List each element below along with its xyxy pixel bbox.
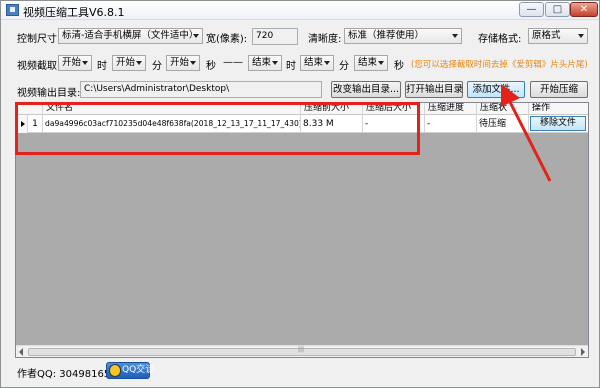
file-list-grid[interactable]: 文件名 压缩前大小 压缩后大小 压缩进度 压缩状 操作 1 da9a4996c0… [15, 102, 589, 358]
row-index: 1 [28, 115, 43, 133]
second-unit-label: 秒 [206, 61, 216, 72]
end-hour-value: 结束 [252, 57, 272, 68]
width-field[interactable]: 720 [252, 28, 298, 45]
clarity-label: 清晰度: [308, 34, 342, 45]
size-label: 控制尺寸: [17, 34, 61, 45]
cell-size-before[interactable]: 8.33 M [301, 115, 363, 133]
clip-hint: (您可以选择截取时间去掉《爱剪辑》片头片尾) [411, 60, 588, 70]
column-header-filename[interactable]: 文件名 [43, 103, 301, 115]
chevron-down-icon [272, 61, 278, 65]
scroll-right-icon[interactable] [581, 348, 585, 356]
qq-chat-button[interactable]: QQ交谈 [106, 362, 154, 379]
column-header-action[interactable]: 操作 [529, 103, 588, 115]
window-title: 视频压缩工具V6.8.1 [23, 6, 125, 19]
chevron-down-icon [452, 34, 458, 38]
change-output-dir-button[interactable]: 改变输出目录... [331, 81, 401, 98]
size-select[interactable]: 标清-适合手机横屏（文件适中） [58, 28, 203, 44]
maximize-button[interactable]: □ [545, 2, 570, 17]
row-header-corner [16, 103, 43, 115]
format-select[interactable]: 原格式 [528, 28, 588, 44]
remove-file-button[interactable]: 移除文件 [530, 116, 586, 131]
row-selector[interactable] [16, 115, 28, 133]
start-minute-value: 开始 [116, 57, 136, 68]
end-minute-unit-label: 分 [339, 61, 349, 72]
start-compress-button[interactable]: 开始压缩 [530, 81, 588, 98]
chevron-down-icon [324, 61, 330, 65]
chevron-down-icon [578, 34, 584, 38]
output-label: 视频输出目录: [17, 88, 81, 99]
add-file-button[interactable]: 添加文件... [467, 81, 525, 98]
app-icon [6, 4, 19, 16]
horizontal-scrollbar[interactable]: ||| [16, 345, 588, 357]
current-row-icon [21, 121, 25, 127]
chevron-down-icon [378, 61, 384, 65]
hour-unit-label: 时 [97, 61, 107, 72]
column-header-size-before[interactable]: 压缩前大小 [301, 103, 363, 115]
minute-unit-label: 分 [152, 61, 162, 72]
format-label: 存储格式: [478, 34, 522, 45]
cell-progress[interactable]: - [425, 115, 477, 133]
end-second-unit-label: 秒 [394, 61, 404, 72]
range-separator: —— [223, 57, 243, 68]
scroll-grip-icon: ||| [298, 346, 305, 353]
end-second-value: 结束 [358, 57, 378, 68]
chevron-down-icon [190, 61, 196, 65]
chevron-down-icon [136, 61, 142, 65]
qq-penguin-icon [109, 364, 121, 377]
width-label: 宽(像素): [206, 34, 248, 45]
start-hour-value: 开始 [62, 57, 82, 68]
end-hour-unit-label: 时 [286, 61, 296, 72]
start-second-select[interactable]: 开始 [166, 55, 200, 71]
column-header-size-after[interactable]: 压缩后大小 [363, 103, 425, 115]
start-minute-select[interactable]: 开始 [112, 55, 146, 71]
cell-filename[interactable]: da9a4996c03acf710235d04e48f638fa(2018_12… [43, 115, 301, 133]
start-hour-select[interactable]: 开始 [58, 55, 92, 71]
clip-label: 视频截取: [17, 61, 61, 72]
cell-size-after[interactable]: - [363, 115, 425, 133]
cell-status[interactable]: 待压缩 [477, 115, 529, 133]
grid-header: 文件名 压缩前大小 压缩后大小 压缩进度 压缩状 操作 [16, 103, 588, 115]
qq-chat-label: QQ交谈 [122, 365, 155, 375]
end-second-select[interactable]: 结束 [354, 55, 388, 71]
end-hour-select[interactable]: 结束 [248, 55, 282, 71]
clarity-select-value: 标准（推荐使用） [348, 30, 425, 41]
size-select-value: 标清-适合手机横屏（文件适中） [62, 30, 199, 41]
chevron-down-icon [193, 34, 199, 38]
chevron-down-icon [82, 61, 88, 65]
output-path-field[interactable]: C:\Users\Administrator\Desktop\ [80, 81, 322, 98]
app-window: 视频压缩工具V6.8.1 — □ ✕ 控制尺寸: 标清-适合手机横屏（文件适中）… [0, 0, 600, 388]
column-header-progress[interactable]: 压缩进度 [425, 103, 477, 115]
end-minute-value: 结束 [304, 57, 324, 68]
end-minute-select[interactable]: 结束 [300, 55, 334, 71]
format-select-value: 原格式 [532, 30, 561, 41]
title-bar[interactable]: 视频压缩工具V6.8.1 — □ ✕ [1, 1, 599, 20]
start-second-value: 开始 [170, 57, 190, 68]
column-header-status[interactable]: 压缩状 [477, 103, 529, 115]
open-output-dir-button[interactable]: 打开输出目录 [405, 81, 463, 98]
minimize-button[interactable]: — [519, 2, 544, 17]
table-row[interactable]: 1 da9a4996c03acf710235d04e48f638fa(2018_… [16, 115, 588, 133]
scroll-left-icon[interactable] [19, 348, 23, 356]
close-button[interactable]: ✕ [570, 2, 598, 17]
clarity-select[interactable]: 标准（推荐使用） [344, 28, 462, 44]
